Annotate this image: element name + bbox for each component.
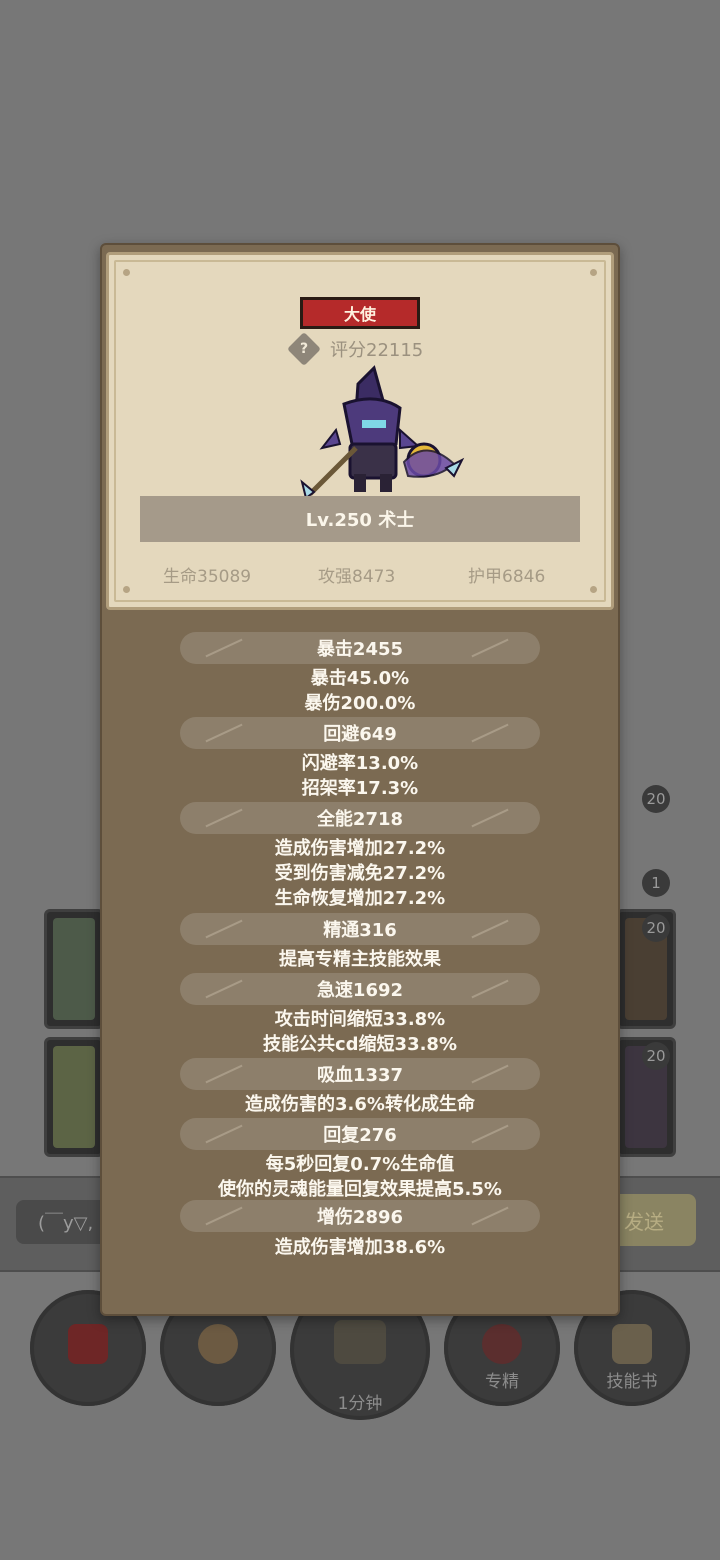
stat-header-label: 精通316: [323, 920, 397, 941]
stat-header-damage-bonus: 增伤2896: [180, 1200, 540, 1232]
stat-line: 攻击时间缩短33.8%: [274, 1009, 446, 1030]
count-badge: 20: [642, 914, 670, 942]
stat-line: 招架率17.3%: [301, 778, 419, 799]
bread-icon: [198, 1324, 238, 1364]
stat-header-label: 全能2718: [316, 809, 404, 830]
stat-line: 使你的灵魂能量回复效果提高5.5%: [218, 1179, 502, 1200]
stat-header-crit: 暴击2455: [180, 632, 540, 664]
stat-header-label: 增伤2896: [316, 1207, 404, 1228]
count-badge: 20: [642, 1042, 670, 1070]
hero-name: Lv.250 术士: [305, 510, 415, 531]
stat-header-label: 吸血1337: [316, 1065, 404, 1086]
send-button-label: 发送: [624, 1209, 664, 1234]
stat-line: 造成伤害的3.6%转化成生命: [245, 1094, 475, 1115]
stat-line: 暴伤200.0%: [304, 693, 416, 714]
title-badge[interactable]: 大使: [300, 297, 420, 329]
stat-header-label: 暴击2455: [316, 639, 404, 660]
stat-header-leech: 吸血1337: [180, 1058, 540, 1090]
attack-stat: 攻强8473: [318, 567, 396, 587]
stat-header-haste: 急速1692: [180, 973, 540, 1005]
card-rivet: [123, 586, 130, 593]
card-rivet: [123, 269, 130, 276]
hp-stat: 生命35089: [163, 567, 252, 587]
warlock-character-sprite: [300, 365, 465, 500]
armor-stat: 护甲6846: [468, 567, 546, 587]
score-row: ? 评分22115: [287, 332, 424, 366]
stat-header-mastery: 精通316: [180, 913, 540, 945]
stat-header-recovery: 回复276: [180, 1118, 540, 1150]
hero-name-band: Lv.250 术士: [140, 496, 580, 542]
count-badge: 1: [642, 869, 670, 897]
stat-line: 提高专精主技能效果: [279, 949, 441, 970]
stat-header-label: 回避649: [323, 724, 397, 745]
stat-line: 受到伤害减免27.2%: [274, 863, 446, 884]
equipment-slot-left-bottom[interactable]: [44, 1037, 104, 1157]
stat-line: 闪避率13.0%: [301, 753, 419, 774]
card-rivet: [590, 586, 597, 593]
chest-timer-label: 1分钟: [337, 1394, 383, 1414]
card-rivet: [590, 269, 597, 276]
stat-line: 技能公共cd缩短33.8%: [262, 1034, 457, 1055]
skill-book-icon: [612, 1324, 652, 1364]
stat-line: 每5秒回复0.7%生命值: [265, 1154, 455, 1175]
stat-line: 生命恢复增加27.2%: [274, 888, 446, 909]
equipment-slot-left-top[interactable]: [44, 909, 104, 1029]
stat-header-label: 急速1692: [316, 980, 404, 1001]
stat-line: 暴击45.0%: [310, 668, 410, 689]
potion-icon: [68, 1324, 108, 1364]
specialization-label: 专精: [485, 1372, 519, 1392]
stat-header-versatility: 全能2718: [180, 802, 540, 834]
stat-line: 造成伤害增加38.6%: [274, 1237, 446, 1258]
score-text: 评分22115: [330, 340, 424, 361]
treasure-chest-icon: [334, 1320, 386, 1364]
help-icon[interactable]: ?: [287, 332, 321, 366]
count-badge: 20: [642, 785, 670, 813]
stat-header-dodge: 回避649: [180, 717, 540, 749]
skill-book-label: 技能书: [606, 1372, 658, 1392]
stat-line: 造成伤害增加27.2%: [274, 838, 446, 859]
stat-header-label: 回复276: [323, 1125, 397, 1146]
specialization-icon: [482, 1324, 522, 1364]
